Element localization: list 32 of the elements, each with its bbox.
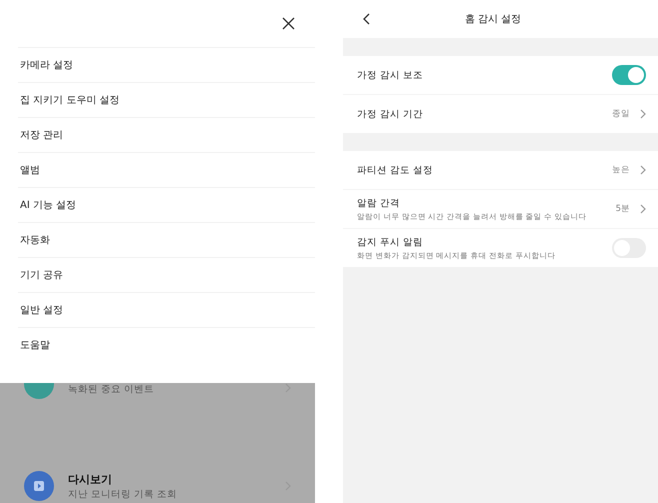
chevron-right-icon	[285, 383, 291, 393]
menu-item[interactable]: 카메라 설정	[18, 47, 315, 82]
toggle-switch[interactable]	[612, 65, 646, 85]
settings-row[interactable]: 파티션 감도 설정 높은	[343, 151, 658, 189]
menu-item[interactable]: 저장 관리	[18, 117, 315, 152]
menu-item[interactable]: 일반 설정	[18, 292, 315, 327]
menu-item[interactable]: 앨범	[18, 152, 315, 187]
page-title: 홈 감시 설정	[464, 13, 522, 26]
setting-value: 높은	[612, 164, 630, 176]
menu-item[interactable]: 집 지키기 도우미 설정	[18, 82, 315, 117]
list-subtitle: 지난 모니터링 기록 조회	[68, 488, 178, 500]
back-icon[interactable]	[363, 13, 370, 25]
settings-row[interactable]: 가정 감시 기간 종일	[343, 94, 658, 133]
setting-value: 종일	[612, 108, 630, 120]
setting-value: 5분	[616, 203, 630, 215]
list-title: 다시보기	[68, 472, 113, 486]
close-icon[interactable]	[282, 17, 295, 30]
list-subtitle: 녹화된 중요 이벤트	[68, 383, 156, 396]
play-icon	[24, 471, 54, 501]
setting-label: 파티션 감도 설정	[357, 164, 434, 176]
settings-row[interactable]: 가정 감시 보조	[343, 56, 658, 94]
chevron-right-icon	[640, 165, 646, 175]
setting-label: 가정 감시 보조	[357, 68, 424, 82]
chevron-right-icon	[640, 109, 646, 119]
menu-item[interactable]: 도움말	[18, 327, 315, 362]
setting-label: 감지 푸시 알림	[357, 236, 424, 248]
setting-label: 알람 간격	[357, 196, 402, 210]
menu-item[interactable]: AI 기능 설정	[18, 187, 315, 222]
chevron-right-icon	[640, 204, 646, 214]
menu-item[interactable]: 자동화	[18, 222, 315, 257]
menu-item[interactable]: 기기 공유	[18, 257, 315, 292]
setting-label: 가정 감시 기간	[357, 108, 424, 120]
